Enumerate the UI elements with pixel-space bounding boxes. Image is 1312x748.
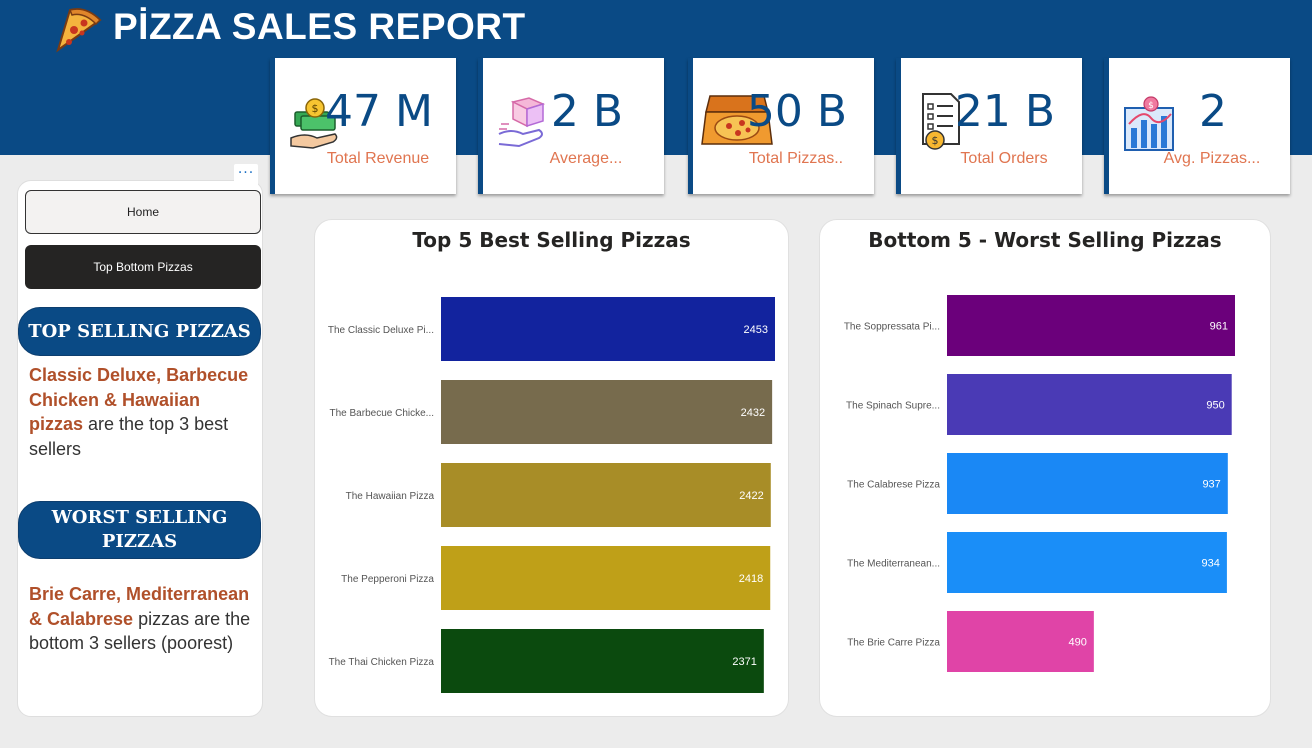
bottom5-category-label: The Spinach Supre... bbox=[846, 401, 940, 412]
kpi-value: 47 M bbox=[325, 86, 433, 137]
bottom5-category-label: The Brie Carre Pizza bbox=[847, 638, 940, 649]
bottom5-category-label: The Soppressata Pi... bbox=[844, 322, 940, 333]
top-selling-note: Classic Deluxe, Barbecue Chicken & Hawai… bbox=[29, 363, 255, 461]
top5-category-label: The Hawaiian Pizza bbox=[346, 491, 435, 502]
top5-data-label: 2453 bbox=[744, 324, 768, 336]
top5-category-label: The Thai Chicken Pizza bbox=[329, 657, 435, 668]
bottom5-data-label: 950 bbox=[1206, 400, 1224, 412]
more-options-icon[interactable]: ··· bbox=[234, 164, 258, 186]
top-selling-title: TOP SELLING PIZZAS bbox=[18, 307, 261, 356]
top5-bar[interactable] bbox=[441, 629, 764, 693]
top5-data-label: 2418 bbox=[739, 573, 763, 585]
kpi-value: 2 bbox=[1199, 86, 1227, 137]
top5-bar[interactable] bbox=[441, 380, 773, 444]
bottom5-data-label: 934 bbox=[1202, 558, 1220, 570]
top5-chart-card: Top 5 Best Selling Pizzas The Classic De… bbox=[314, 219, 789, 717]
sidebar-panel: Home Top Bottom Pizzas TOP SELLING PIZZA… bbox=[17, 180, 263, 717]
kpi-card-avg-pizzas[interactable]: $ 2 Avg. Pizzas... bbox=[1104, 58, 1290, 194]
top5-data-label: 2422 bbox=[739, 490, 763, 502]
bottom5-category-label: The Calabrese Pizza bbox=[847, 480, 940, 491]
bottom5-category-label: The Mediterranean... bbox=[847, 559, 940, 570]
kpi-label: Total Pizzas.. bbox=[748, 150, 844, 167]
bottom5-data-label: 937 bbox=[1202, 479, 1220, 491]
kpi-label: Avg. Pizzas... bbox=[1163, 150, 1261, 167]
bottom5-bar[interactable] bbox=[947, 374, 1232, 435]
home-button[interactable]: Home bbox=[25, 190, 261, 234]
kpi-card-total-pizzas[interactable]: 50 B Total Pizzas.. bbox=[688, 58, 874, 194]
kpi-label: Total Revenue bbox=[326, 150, 430, 167]
kpi-value: 21 B bbox=[954, 86, 1056, 137]
page-title: PİZZA SALES REPORT bbox=[113, 6, 526, 47]
top5-category-label: The Classic Deluxe Pi... bbox=[328, 325, 434, 336]
kpi-card-total-orders[interactable]: $ 21 B Total Orders bbox=[896, 58, 1082, 194]
top5-bar[interactable] bbox=[441, 463, 771, 527]
bottom5-data-label: 961 bbox=[1210, 321, 1228, 333]
kpi-value: 2 B bbox=[550, 86, 624, 137]
pizza-slice-icon bbox=[56, 8, 102, 53]
top5-data-label: 2371 bbox=[732, 656, 756, 668]
top5-category-label: The Barbecue Chicke... bbox=[330, 408, 435, 419]
worst-selling-title: WORST SELLING PIZZAS bbox=[18, 501, 261, 559]
top5-category-label: The Pepperoni Pizza bbox=[341, 574, 434, 585]
bottom5-bar[interactable] bbox=[947, 295, 1235, 356]
top5-data-label: 2432 bbox=[741, 407, 765, 419]
worst-selling-note: Brie Carre, Mediterranean & Calabrese pi… bbox=[29, 582, 255, 656]
kpi-label: Average... bbox=[549, 150, 623, 167]
bottom5-bar[interactable] bbox=[947, 453, 1228, 514]
top5-bar[interactable] bbox=[441, 546, 771, 610]
kpi-card-average[interactable]: 2 B Average... bbox=[478, 58, 664, 194]
bottom5-bar[interactable] bbox=[947, 532, 1227, 593]
top-bottom-pizzas-button[interactable]: Top Bottom Pizzas bbox=[25, 245, 261, 289]
kpi-card-total-revenue[interactable]: $ 47 M Total Revenue bbox=[270, 58, 456, 194]
bottom5-bar-chart: The Soppressata Pi... 961 The Spinach Supr… bbox=[844, 295, 1235, 672]
bottom5-data-label: 490 bbox=[1068, 637, 1086, 649]
top5-bar[interactable] bbox=[441, 297, 775, 361]
kpi-label: Total Orders bbox=[960, 150, 1048, 167]
top5-bar-chart: The Classic Deluxe Pi... 2453 The Barbecue… bbox=[328, 297, 775, 693]
bottom5-chart-card: Bottom 5 - Worst Selling Pizzas The Sopp… bbox=[819, 219, 1271, 717]
svg-text:$: $ bbox=[932, 134, 939, 147]
kpi-value: 50 B bbox=[746, 86, 848, 137]
